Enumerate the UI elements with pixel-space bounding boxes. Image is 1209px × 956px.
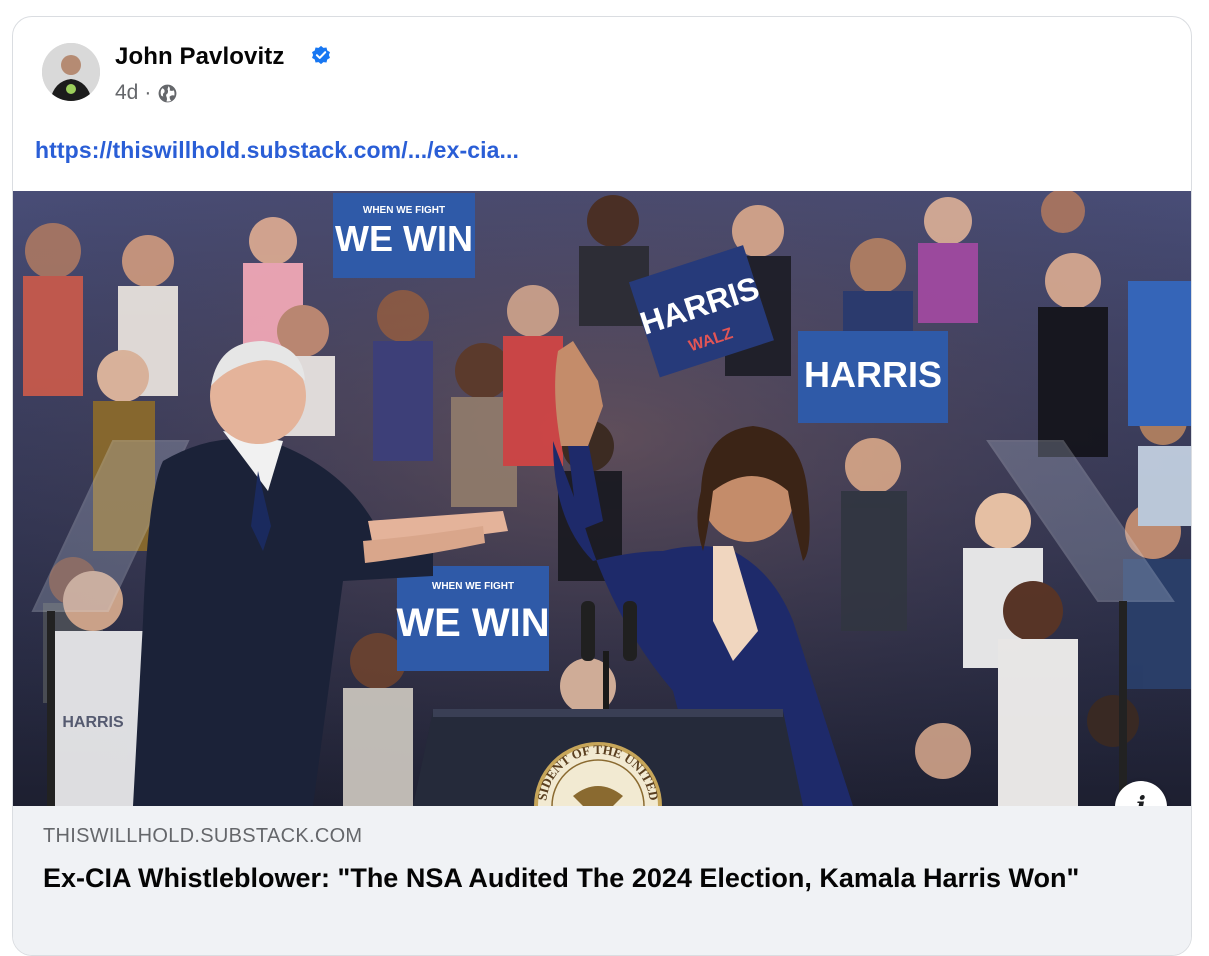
avatar[interactable] xyxy=(42,43,100,101)
post-link[interactable]: https://thiswillhold.substack.com/.../ex… xyxy=(35,137,519,164)
author-name[interactable]: John Pavlovitz xyxy=(115,43,284,71)
shirt-harris: HARRIS xyxy=(62,714,124,731)
link-preview-image[interactable]: WHEN WE FIGHT WE WIN HARRIS WALZ HARRIS … xyxy=(13,191,1191,806)
post-header: John Pavlovitz 4d · https://thiswillhold… xyxy=(13,17,1191,163)
meta-separator: · xyxy=(144,81,152,104)
rally-photo: WHEN WE FIGHT WE WIN HARRIS WALZ HARRIS … xyxy=(13,191,1191,806)
svg-text:WHEN WE FIGHT: WHEN WE FIGHT xyxy=(363,205,445,216)
svg-text:WE WIN: WE WIN xyxy=(396,601,549,645)
svg-text:WHEN WE FIGHT: WHEN WE FIGHT xyxy=(432,581,514,592)
sign-harris-right: HARRIS xyxy=(798,331,948,423)
svg-text:HARRIS: HARRIS xyxy=(804,354,942,395)
post-meta: 4d · xyxy=(115,81,178,105)
sign-we-win-bottom: WHEN WE FIGHT WE WIN xyxy=(396,566,550,671)
post-card: John Pavlovitz 4d · https://thiswillhold… xyxy=(12,16,1192,956)
sign-we-win-top: WHEN WE FIGHT WE WIN xyxy=(333,193,475,278)
link-headline[interactable]: Ex-CIA Whistleblower: "The NSA Audited T… xyxy=(43,860,1153,896)
svg-text:WE WIN: WE WIN xyxy=(335,218,473,259)
link-preview[interactable]: THISWILLHOLD.SUBSTACK.COM Ex-CIA Whistle… xyxy=(13,806,1191,955)
podium: SIDENT OF THE UNITED xyxy=(413,709,803,806)
sign-far-right xyxy=(1128,281,1191,426)
link-domain: THISWILLHOLD.SUBSTACK.COM xyxy=(43,825,363,847)
post-timestamp[interactable]: 4d xyxy=(115,81,138,105)
globe-icon[interactable] xyxy=(157,83,178,104)
verified-badge-icon xyxy=(312,45,330,65)
avatar-image xyxy=(42,43,100,101)
